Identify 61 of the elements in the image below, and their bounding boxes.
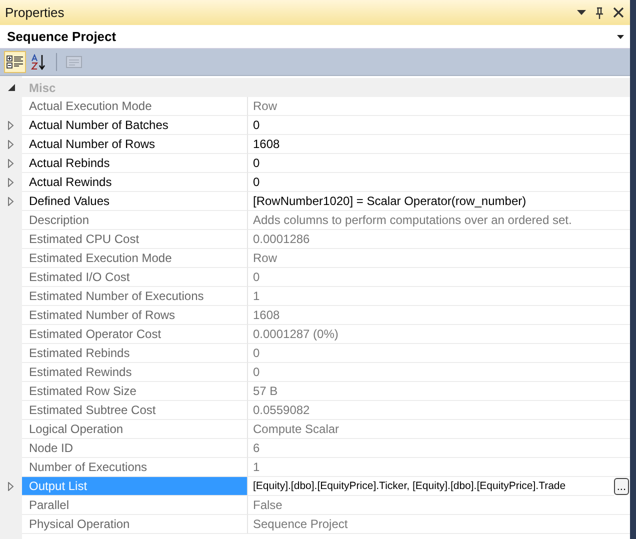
expand-icon[interactable]	[8, 482, 14, 491]
property-name[interactable]: Logical Operation	[22, 420, 248, 439]
expand-icon[interactable]	[8, 159, 14, 168]
property-name[interactable]: Description	[22, 211, 248, 230]
property-name[interactable]: Estimated Operator Cost	[22, 325, 248, 344]
property-name[interactable]: Estimated Subtree Cost	[22, 401, 248, 420]
property-name[interactable]: Estimated Execution Mode	[22, 249, 248, 268]
property-name[interactable]: Node ID	[22, 439, 248, 458]
caret-icon	[617, 34, 624, 38]
property-value: 0	[248, 268, 630, 287]
property-value: 1608	[248, 306, 630, 325]
property-name[interactable]: Actual Number of Rows	[22, 135, 248, 154]
property-value: [Equity].[dbo].[EquityPrice].Ticker, [Equity].[dbo].[EquityPrice].Trade	[248, 477, 614, 496]
property-name[interactable]: Estimated Rewinds	[22, 363, 248, 382]
property-name[interactable]: Output List	[22, 477, 248, 496]
property-name[interactable]: Actual Rebinds	[22, 154, 248, 173]
collapse-icon[interactable]	[8, 84, 14, 91]
property-value: Sequence Project	[248, 515, 630, 534]
property-value: 0	[248, 173, 630, 192]
expand-icon[interactable]	[8, 140, 14, 149]
property-value: 57 B	[248, 382, 630, 401]
property-name[interactable]: Actual Execution Mode	[22, 97, 248, 116]
window-title: Properties	[5, 5, 64, 20]
property-name[interactable]: Estimated Number of Rows	[22, 306, 248, 325]
property-value: Adds columns to perform computations over an ordered set.	[248, 211, 630, 230]
property-value: 0.0001286	[248, 230, 630, 249]
pin-icon[interactable]	[595, 6, 604, 18]
property-name[interactable]: Physical Operation	[22, 515, 248, 534]
property-value: 0	[248, 116, 630, 135]
property-value: 0.0559082	[248, 401, 630, 420]
property-value: 1	[248, 287, 630, 306]
property-name[interactable]: Actual Number of Batches	[22, 116, 248, 135]
property-name[interactable]: Estimated Rebinds	[22, 344, 248, 363]
property-value: 0	[248, 154, 630, 173]
property-name[interactable]: Estimated Row Size	[22, 382, 248, 401]
property-name[interactable]: Estimated I/O Cost	[22, 268, 248, 287]
property-value: Compute Scalar	[248, 420, 630, 439]
property-value: 1608	[248, 135, 630, 154]
dropdown-icon[interactable]	[577, 10, 586, 16]
property-value: 0.0001287 (0%)	[248, 325, 630, 344]
property-value: 0	[248, 363, 630, 382]
property-value: Row	[248, 249, 630, 268]
close-icon[interactable]	[613, 7, 624, 18]
category-label: Misc	[28, 80, 56, 94]
expand-icon[interactable]	[8, 178, 14, 187]
ellipsis-button[interactable]: ...	[614, 478, 629, 495]
property-name[interactable]: Estimated Number of Executions	[22, 287, 248, 306]
categorized-button[interactable]	[4, 51, 26, 73]
property-name[interactable]: Actual Rewinds	[22, 173, 248, 192]
expand-icon[interactable]	[8, 197, 14, 206]
property-value: False	[248, 496, 630, 515]
object-selector[interactable]: Sequence Project	[0, 25, 630, 49]
expand-icon[interactable]	[8, 121, 14, 130]
property-value: 0	[248, 344, 630, 363]
property-value: [RowNumber1020] = Scalar Operator(row_number)	[248, 192, 630, 211]
property-name[interactable]: Defined Values	[22, 192, 248, 211]
property-name[interactable]: Parallel	[22, 496, 248, 515]
property-name[interactable]: Estimated CPU Cost	[22, 230, 248, 249]
property-value: Row	[248, 97, 630, 116]
property-value: 1	[248, 458, 630, 477]
property-value: 6	[248, 439, 630, 458]
